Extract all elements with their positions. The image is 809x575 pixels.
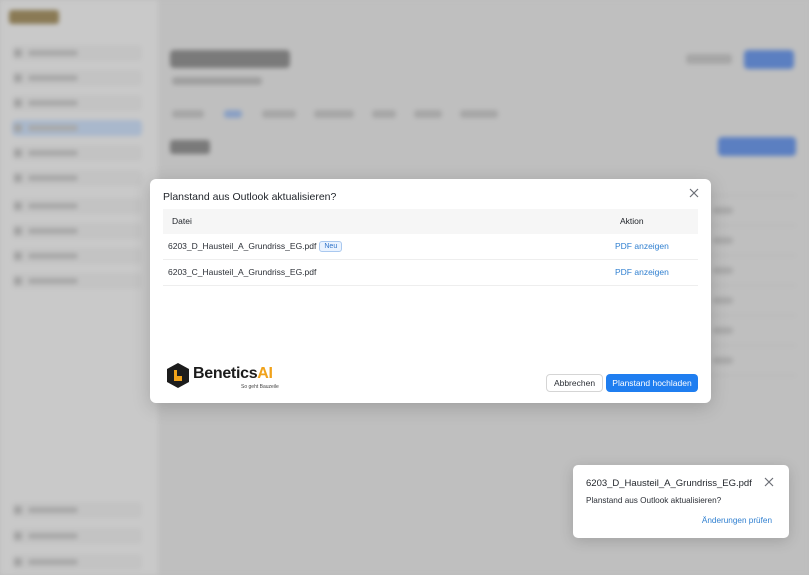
sidebar-item: [12, 70, 142, 86]
file-name: 6203_D_Hausteil_A_Grundriss_EG.pdf Neu: [168, 241, 343, 252]
benetics-logo: BeneticsAI So geht Bauzeile: [166, 362, 286, 392]
sidebar-item: [12, 273, 142, 289]
file-name: 6203_C_Hausteil_A_Grundriss_EG.pdf: [168, 267, 317, 277]
dialog-title: Planstand aus Outlook aktualisieren?: [163, 191, 337, 203]
outlook-notification-toast: 6203_D_Hausteil_A_Grundriss_EG.pdf Plans…: [573, 465, 789, 538]
table-cell: [713, 357, 733, 364]
table-header: Datei Aktion: [163, 209, 698, 234]
secondary-action: [686, 54, 732, 64]
review-changes-link[interactable]: Änderungen prüfen: [702, 516, 772, 525]
logo-tagline: So geht Bauzeile: [241, 384, 279, 390]
tab: [262, 110, 296, 118]
app-logo: [9, 10, 59, 24]
tab: [372, 110, 396, 118]
upload-plan-button[interactable]: Planstand hochladen: [606, 374, 698, 392]
sidebar-item: [12, 528, 142, 544]
cancel-button[interactable]: Abbrechen: [546, 374, 603, 392]
sidebar-item: [12, 145, 142, 161]
sidebar-item: [12, 95, 142, 111]
benetics-logo-icon: [167, 363, 189, 388]
table-row: 6203_C_Hausteil_A_Grundriss_EG.pdf PDF a…: [163, 260, 698, 286]
sidebar-item: [12, 554, 142, 570]
table-cell: [713, 237, 733, 244]
column-header-file: Datei: [172, 216, 192, 226]
sidebar-item: [12, 45, 142, 61]
logo-wordmark: BeneticsAI: [193, 365, 273, 382]
table-cell: [713, 267, 733, 274]
view-pdf-link[interactable]: PDF anzeigen: [615, 267, 669, 277]
toast-message: Planstand aus Outlook aktualisieren?: [586, 496, 722, 505]
view-pdf-link[interactable]: PDF anzeigen: [615, 241, 669, 251]
sidebar-item-active: [12, 120, 142, 136]
tab-active: [224, 110, 242, 118]
update-plan-dialog: Planstand aus Outlook aktualisieren? Dat…: [150, 179, 711, 403]
tab: [172, 110, 204, 118]
close-icon[interactable]: [763, 476, 775, 488]
toast-title: 6203_D_Hausteil_A_Grundriss_EG.pdf: [586, 478, 752, 489]
section-action: [718, 137, 796, 156]
page-subtitle: [172, 77, 262, 85]
sidebar-item: [12, 223, 142, 239]
sidebar-item: [12, 198, 142, 214]
table-cell: [713, 297, 733, 304]
sidebar-item: [12, 248, 142, 264]
close-icon[interactable]: [687, 186, 701, 200]
sidebar-item: [12, 502, 142, 518]
new-badge: Neu: [319, 241, 343, 252]
column-header-action: Aktion: [620, 216, 644, 226]
tab: [314, 110, 354, 118]
tab: [460, 110, 498, 118]
table-cell: [713, 207, 733, 214]
tab: [414, 110, 442, 118]
table-row: 6203_D_Hausteil_A_Grundriss_EG.pdf Neu PD…: [163, 234, 698, 260]
table-cell: [713, 327, 733, 334]
sidebar-item: [12, 170, 142, 186]
sidebar: [0, 0, 158, 575]
primary-action: [744, 50, 794, 69]
section-title: [170, 140, 210, 154]
page-title: [170, 50, 290, 68]
